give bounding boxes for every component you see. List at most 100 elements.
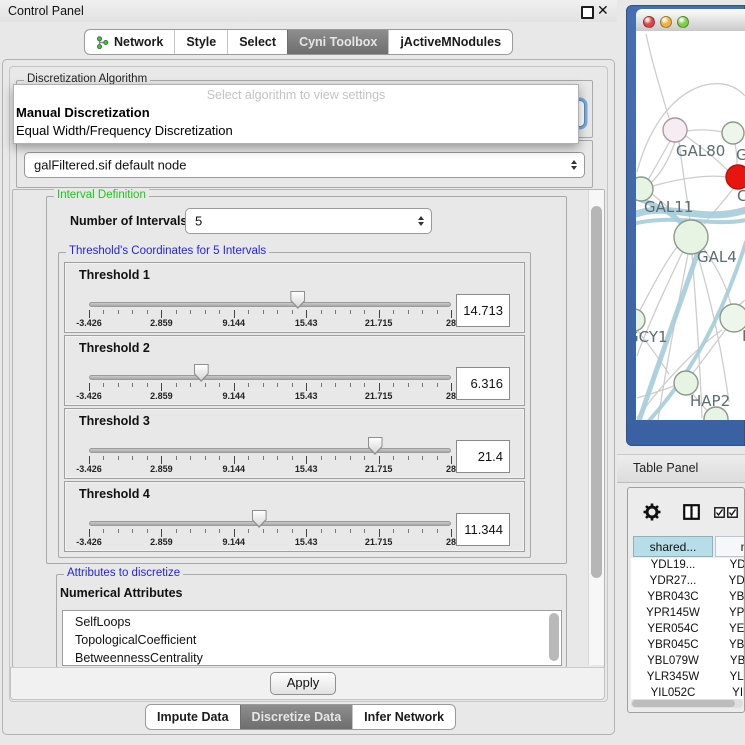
cell-name: YLR3 — [715, 671, 745, 683]
axis-tick — [161, 383, 162, 391]
network-canvas[interactable]: GAL80GACGAL11GAL4GCY1HHAP2 — [636, 31, 745, 420]
threshold-row-4: Threshold 4-3.4262.8599.14415.4321.71528… — [64, 481, 525, 552]
axis-tick-label: 2.859 — [150, 537, 173, 547]
list-item-betweennesscentrality[interactable]: BetweennessCentrality — [63, 649, 561, 666]
table-data-combo[interactable]: galFiltered.sif default node — [24, 152, 585, 178]
list-item-selfloops[interactable]: SelfLoops — [63, 613, 561, 631]
axis-tick — [350, 529, 351, 533]
tab-label: Impute Data — [157, 710, 229, 724]
slider-track[interactable] — [89, 521, 451, 526]
table-row[interactable]: YLR345WYLR3 — [628, 671, 744, 687]
cell-name: YIL0 — [715, 687, 745, 699]
thresholds-group-title: Threshold's Coordinates for 5 Intervals — [66, 245, 269, 257]
axis-tick — [263, 310, 264, 314]
axis-tick — [321, 529, 322, 533]
threshold-value-field[interactable]: 14.713 — [456, 294, 510, 327]
network-titlebar — [636, 9, 745, 32]
horizontal-scrollbar[interactable] — [631, 699, 743, 708]
axis-tick — [176, 310, 177, 314]
axis-tick — [437, 310, 438, 314]
list-scrollbar-thumb[interactable] — [549, 613, 559, 661]
network-node-label: GA — [736, 146, 745, 164]
threshold-label: Threshold 1 — [79, 268, 150, 282]
tab-label: Infer Network — [364, 710, 444, 724]
minimize-traffic-light[interactable] — [660, 16, 672, 28]
axis-tick — [437, 383, 438, 387]
axis-tick — [306, 529, 307, 537]
table-row[interactable]: YDR27...YDR2 — [628, 575, 744, 591]
float-window-icon[interactable] — [581, 6, 594, 19]
tab-jactivemnodules[interactable]: jActiveMNodules — [388, 30, 512, 54]
axis-tick — [205, 383, 206, 387]
tab-impute-data[interactable]: Impute Data — [146, 705, 240, 729]
axis-tick — [277, 456, 278, 460]
slider-track[interactable] — [89, 448, 451, 453]
tab-select[interactable]: Select — [227, 30, 287, 54]
threshold-value-field[interactable]: 6.316 — [456, 367, 510, 400]
axis-tick-label: 28 — [446, 464, 456, 474]
network-edge — [640, 247, 677, 310]
tab-style[interactable]: Style — [174, 30, 227, 54]
axis-tick — [161, 529, 162, 537]
axis-tick — [147, 529, 148, 533]
table-row[interactable]: YDL19...YDL1 — [628, 559, 744, 575]
attributes-list[interactable]: SelfLoopsTopologicalCoefficientBetweenne… — [62, 610, 562, 666]
top-tab-bar: NetworkStyleSelect Cyni Toolbox jActiveMNo… — [84, 29, 513, 55]
close-traffic-light[interactable] — [643, 16, 655, 28]
slider-track[interactable] — [89, 302, 451, 307]
axis-tick-label: 21.715 — [365, 318, 393, 328]
gear-icon[interactable] — [643, 503, 661, 521]
axis-tick — [292, 529, 293, 533]
slider-track[interactable] — [89, 375, 451, 380]
axis-tick — [379, 383, 380, 391]
table-row[interactable]: YBR045CYBR0 — [628, 639, 744, 655]
axis-tick — [379, 529, 380, 537]
scrollbar-thumb[interactable] — [632, 700, 735, 707]
table-row[interactable]: YBR043CYBR0 — [628, 591, 744, 607]
axis-tick — [393, 383, 394, 387]
axis-tick-label: 15.43 — [295, 464, 318, 474]
checkbox-icon[interactable] — [727, 507, 738, 518]
axis-tick — [364, 456, 365, 460]
table-row[interactable]: YPR145WYPR1 — [628, 607, 744, 623]
threshold-value-field[interactable]: 21.4 — [456, 440, 510, 473]
zoom-traffic-light[interactable] — [677, 16, 689, 28]
threshold-row-2: Threshold 2-3.4262.8599.14415.4321.71528… — [64, 335, 525, 406]
axis-tick — [219, 456, 220, 460]
apply-button[interactable]: Apply — [270, 672, 336, 695]
close-icon[interactable]: ✕ — [597, 2, 609, 19]
table-row[interactable]: YER054CYER0 — [628, 623, 744, 639]
tab-cyni-toolbox[interactable]: Cyni Toolbox — [287, 30, 388, 54]
table-row[interactable]: YBL079WYBL0 — [628, 655, 744, 671]
popup-option-equal-width-frequency-discretization[interactable]: Equal Width/Frequency Discretization — [16, 123, 233, 138]
threshold-value-field[interactable]: 11.344 — [456, 513, 510, 546]
axis-tick — [292, 456, 293, 460]
network-node[interactable] — [663, 118, 687, 142]
threshold-row-3: Threshold 3-3.4262.8599.14415.4321.71528… — [64, 408, 525, 479]
axis-tick-label: 9.144 — [223, 464, 246, 474]
axis-tick — [335, 456, 336, 460]
tab-label: Cyni Toolbox — [299, 35, 377, 49]
axis-tick — [176, 529, 177, 533]
cell-name: YBR0 — [715, 591, 745, 603]
column-header-shared-name[interactable]: shared... — [633, 536, 713, 557]
column-header-name[interactable]: n — [715, 536, 745, 557]
axis-tick — [408, 310, 409, 314]
checkbox-icon[interactable] — [714, 507, 725, 518]
cell-name: YDR2 — [715, 575, 745, 587]
tab-infer-network[interactable]: Infer Network — [352, 705, 455, 729]
network-node[interactable] — [726, 165, 745, 189]
list-item-topologicalcoefficient[interactable]: TopologicalCoefficient — [63, 631, 561, 649]
num-intervals-combo[interactable]: 5 — [185, 208, 432, 234]
cell-shared-name: YLR345W — [633, 671, 713, 683]
tab-discretize-data[interactable]: Discretize Data — [240, 705, 353, 729]
popup-option-manual-discretization[interactable]: Manual Discretization — [16, 105, 150, 120]
vertical-scrollbar[interactable] — [588, 190, 604, 665]
tab-network[interactable]: Network — [85, 30, 174, 54]
network-node-label: C — [737, 187, 745, 205]
scrollbar-thumb[interactable] — [591, 206, 602, 578]
split-panel-icon[interactable] — [683, 504, 700, 520]
axis-tick — [118, 456, 119, 460]
axis-tick — [103, 529, 104, 533]
network-node[interactable] — [722, 122, 744, 144]
